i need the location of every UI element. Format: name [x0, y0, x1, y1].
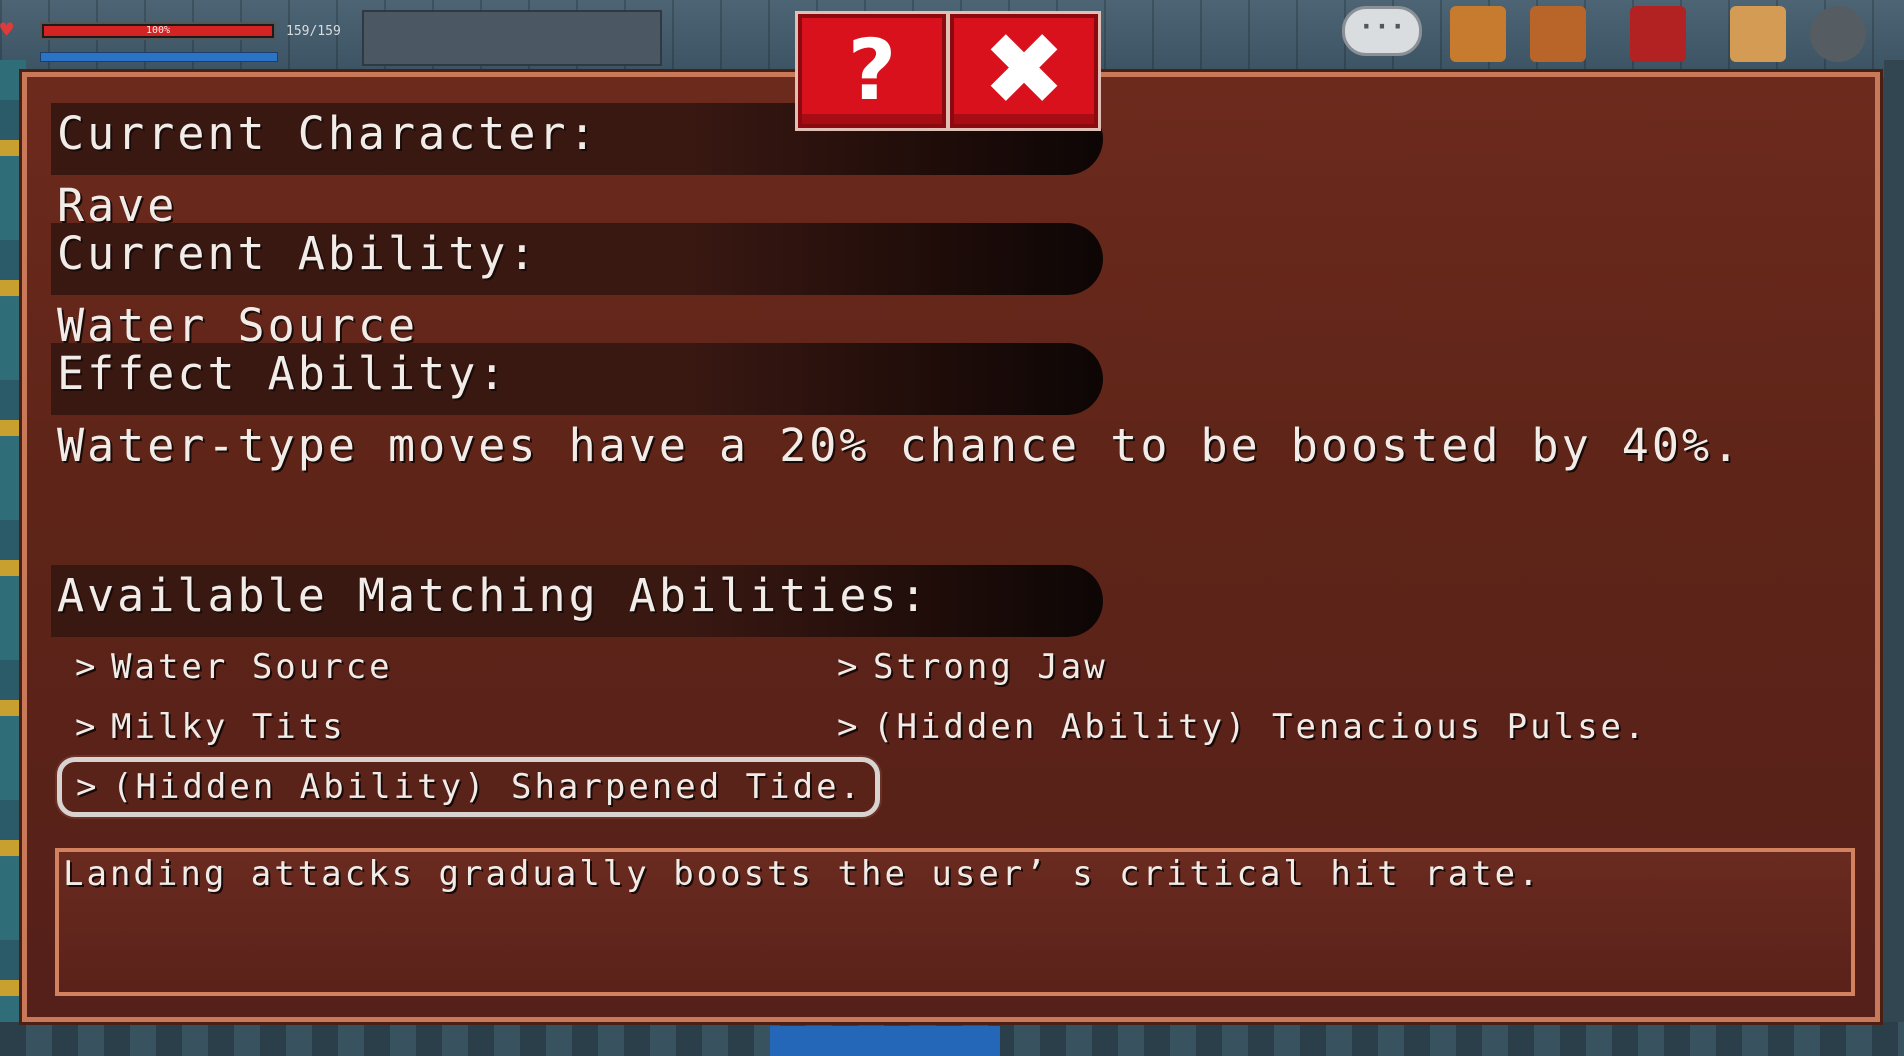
- chevron-right-icon: >: [75, 707, 99, 747]
- ability-description-text: Landing attacks gradually boosts the use…: [63, 854, 1542, 894]
- ability-option-sharpened-tide[interactable]: > (Hidden Ability) Sharpened Tide.: [57, 757, 881, 817]
- ability-option-tenacious-pulse[interactable]: > (Hidden Ability) Tenacious Pulse.: [837, 702, 1648, 752]
- ability-option-label: (Hidden Ability) Sharpened Tide.: [112, 767, 864, 807]
- ability-option-milky-tits[interactable]: > Milky Tits: [75, 702, 346, 752]
- current-ability-label: Current Ability:: [57, 227, 539, 280]
- heart-icon: ♥: [0, 18, 14, 43]
- book-icon[interactable]: [1630, 6, 1686, 62]
- available-abilities-label: Available Matching Abilities:: [57, 569, 930, 622]
- mana-bar: [40, 52, 278, 62]
- ability-description-box: Landing attacks gradually boosts the use…: [55, 848, 1855, 996]
- ability-option-label: Strong Jaw: [873, 647, 1108, 687]
- health-percent: 100%: [145, 25, 171, 36]
- effect-ability-label: Effect Ability:: [57, 347, 509, 400]
- chevron-right-icon: >: [837, 647, 861, 687]
- close-icon: ✖: [982, 11, 1066, 128]
- settings-gear-icon[interactable]: [1810, 6, 1866, 62]
- player-hud: ♥ 100% 159/159: [0, 0, 662, 72]
- health-bar: 100%: [40, 22, 276, 40]
- bag-icon[interactable]: [1530, 6, 1586, 62]
- map-icon[interactable]: [1730, 6, 1786, 62]
- ability-dialog: Current Character: Rave Current Ability:…: [19, 69, 1883, 1025]
- effect-description: Water-type moves have a 20% chance to be…: [57, 419, 1743, 472]
- water-tile: [770, 1026, 1000, 1056]
- ability-option-label: Water Source: [111, 647, 393, 687]
- chevron-right-icon: >: [76, 767, 100, 807]
- chat-icon[interactable]: ···: [1342, 6, 1422, 56]
- chevron-right-icon: >: [837, 707, 861, 747]
- help-button[interactable]: ?: [798, 14, 946, 128]
- ability-option-label: Milky Tits: [111, 707, 346, 747]
- current-character-label: Current Character:: [57, 107, 599, 160]
- ability-option-label: (Hidden Ability) Tenacious Pulse.: [873, 707, 1648, 747]
- close-button[interactable]: ✖: [950, 14, 1098, 128]
- character-icon[interactable]: [1450, 6, 1506, 62]
- minimap-panel: [362, 10, 662, 66]
- ability-option-strong-jaw[interactable]: > Strong Jaw: [837, 642, 1108, 692]
- question-mark-icon: ?: [847, 21, 897, 119]
- right-scenery: [1884, 60, 1904, 1040]
- ability-option-water-source[interactable]: > Water Source: [75, 642, 393, 692]
- chevron-right-icon: >: [75, 647, 99, 687]
- top-toolbar: ···: [1330, 0, 1904, 72]
- hp-readout: 159/159: [286, 24, 341, 39]
